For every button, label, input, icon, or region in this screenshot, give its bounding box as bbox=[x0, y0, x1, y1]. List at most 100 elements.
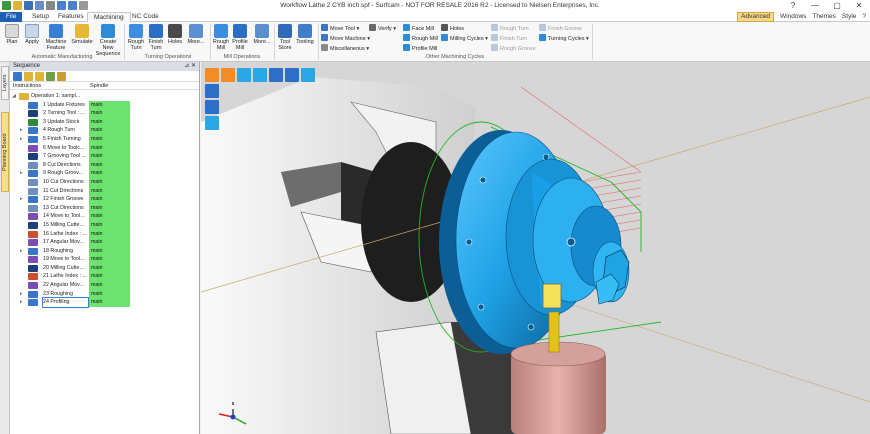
holes-button[interactable]: Holes bbox=[167, 24, 183, 45]
group-icon[interactable] bbox=[46, 72, 55, 81]
tree-row-operation-root[interactable]: ◢ Operation 1: sampl... bbox=[10, 92, 200, 101]
save-icon[interactable] bbox=[24, 1, 33, 10]
print-icon[interactable] bbox=[46, 1, 55, 10]
spindle-cell[interactable]: main bbox=[89, 229, 130, 239]
table-row[interactable]: ▸ 18 Roughing main bbox=[10, 246, 200, 256]
tab-features[interactable]: Features bbox=[52, 12, 90, 22]
advanced-button[interactable]: Advanced bbox=[737, 12, 775, 22]
tool-icon[interactable] bbox=[253, 68, 267, 82]
graphics-viewport[interactable] bbox=[201, 62, 870, 434]
table-row[interactable]: 17 Angular Mov... main bbox=[10, 238, 200, 247]
expand-icon[interactable]: ▸ bbox=[20, 135, 23, 144]
help-button[interactable]: ? bbox=[782, 0, 804, 12]
tab-nc-code[interactable]: NC Code bbox=[126, 12, 165, 22]
stock-icon[interactable] bbox=[221, 68, 235, 82]
table-row[interactable]: 10 Cut Directions main bbox=[10, 177, 200, 187]
spindle-cell[interactable]: main bbox=[89, 203, 130, 213]
table-row[interactable]: ▸ 24 Profiling main bbox=[10, 297, 200, 308]
spindle-cell[interactable]: main bbox=[89, 152, 130, 161]
table-row[interactable]: 19 Move to Tool... main bbox=[10, 255, 200, 264]
planning-board-tab[interactable]: Planning Board bbox=[1, 112, 9, 192]
table-row[interactable]: 22 Angular Mov... main bbox=[10, 281, 200, 290]
expand-icon[interactable]: ▸ bbox=[20, 290, 23, 299]
spindle-cell[interactable]: main bbox=[89, 126, 130, 135]
spindle-cell[interactable]: main bbox=[89, 246, 130, 256]
table-row[interactable]: 11 Cut Directions main bbox=[10, 186, 200, 196]
table-row[interactable]: 16 Lathe Index : ... main bbox=[10, 229, 200, 239]
iso-view-icon[interactable] bbox=[205, 84, 219, 98]
redo-icon[interactable] bbox=[68, 1, 77, 10]
spindle-column[interactable]: Spindle bbox=[90, 82, 108, 90]
tab-file[interactable]: File bbox=[0, 12, 22, 22]
customize-toolbar-icon[interactable] bbox=[79, 1, 88, 10]
expand-icon[interactable]: ▸ bbox=[20, 169, 23, 178]
pin-icon[interactable]: ⊿ bbox=[184, 63, 189, 69]
table-row[interactable]: ▸ 12 Finish Groove main bbox=[10, 195, 200, 204]
rough-groove-button[interactable]: Rough Groove bbox=[491, 44, 536, 53]
spindle-cell[interactable]: main bbox=[89, 169, 130, 178]
axes-icon[interactable] bbox=[301, 68, 315, 82]
spindle-cell[interactable]: main bbox=[89, 238, 130, 247]
mill-more-button[interactable]: More... bbox=[251, 24, 273, 45]
finish-turn-small-button[interactable]: Finish Turn bbox=[491, 34, 527, 43]
table-row[interactable]: 3 Update Stock main bbox=[10, 117, 200, 127]
fixture-icon[interactable] bbox=[237, 68, 251, 82]
rough-turn-small-button[interactable]: Rough Turn bbox=[491, 24, 529, 33]
expand-icon[interactable]: ▸ bbox=[20, 126, 23, 135]
collapse-icon[interactable]: ◢ bbox=[12, 92, 16, 101]
close-panel-icon[interactable]: ✕ bbox=[191, 63, 196, 69]
spindle-cell[interactable]: main bbox=[89, 272, 130, 282]
table-row[interactable]: 6 Move to Toolc... main bbox=[10, 143, 200, 153]
spindle-cell[interactable]: main bbox=[89, 117, 130, 127]
maximize-button[interactable]: ▢ bbox=[826, 0, 848, 12]
spindle-cell[interactable]: main bbox=[89, 281, 130, 290]
spindle-cell[interactable]: main bbox=[89, 100, 130, 110]
style-menu[interactable]: Style bbox=[842, 12, 856, 22]
spindle-cell[interactable]: main bbox=[89, 220, 130, 230]
create-new-sequence-button[interactable]: Create New Sequence bbox=[94, 24, 122, 57]
folder-icon[interactable] bbox=[24, 72, 33, 81]
table-row[interactable]: 8 Cut Directions main bbox=[10, 160, 200, 170]
simulate-button[interactable]: Simulate bbox=[71, 24, 93, 45]
instructions-column[interactable]: Instructions bbox=[13, 82, 41, 90]
rough-mill-small-button[interactable]: Rough Mill bbox=[403, 34, 438, 43]
refresh-icon[interactable] bbox=[13, 72, 22, 81]
top-view-icon[interactable] bbox=[205, 100, 219, 114]
table-row[interactable]: 15 Milling Cutte... main bbox=[10, 220, 200, 230]
expand-icon[interactable]: ▸ bbox=[20, 195, 23, 204]
table-row[interactable]: 2 Turning Tool : ... main bbox=[10, 109, 200, 118]
table-row[interactable]: 1 Update Fixtures main bbox=[10, 100, 200, 110]
turning-more-button[interactable]: More... bbox=[185, 24, 207, 45]
tab-setup[interactable]: Setup bbox=[26, 12, 55, 22]
save-all-icon[interactable] bbox=[35, 1, 44, 10]
windows-menu[interactable]: Windows bbox=[780, 12, 806, 22]
move-tool-button[interactable]: Move Tool ▾ bbox=[321, 24, 359, 33]
spindle-cell[interactable]: main bbox=[89, 160, 130, 170]
spindle-cell[interactable]: main bbox=[89, 298, 130, 307]
spindle-cell[interactable]: main bbox=[89, 255, 130, 264]
zoom-icon[interactable] bbox=[269, 68, 283, 82]
verify-button[interactable]: Verify ▾ bbox=[369, 24, 396, 33]
plan-button[interactable]: Plan bbox=[3, 24, 21, 45]
spindle-cell[interactable]: main bbox=[89, 109, 130, 118]
spindle-cell[interactable]: main bbox=[89, 143, 130, 153]
folder-add-icon[interactable] bbox=[35, 72, 44, 81]
view-box-icon[interactable] bbox=[205, 68, 219, 82]
spindle-cell[interactable]: main bbox=[89, 195, 130, 204]
rough-mill-button[interactable]: Rough Mill bbox=[212, 24, 230, 51]
table-row[interactable]: ▸ 23 Roughing main bbox=[10, 289, 200, 299]
move-machine-button[interactable]: Move Machine ▾ bbox=[321, 34, 370, 43]
expand-icon[interactable]: ▸ bbox=[20, 298, 23, 307]
minimize-button[interactable]: — bbox=[804, 0, 826, 12]
close-button[interactable]: ✕ bbox=[848, 0, 870, 12]
finish-turn-button[interactable]: Finish Turn bbox=[147, 24, 165, 51]
miscellaneous-button[interactable]: Miscellaneous ▾ bbox=[321, 44, 369, 53]
open-folder-icon[interactable] bbox=[13, 1, 22, 10]
table-row[interactable]: 21 Lathe Index : ... main bbox=[10, 272, 200, 282]
spindle-cell[interactable]: main bbox=[89, 134, 130, 144]
spindle-cell[interactable]: main bbox=[89, 186, 130, 196]
table-row[interactable]: ▸ 5 Finish Turning main bbox=[10, 134, 200, 144]
spindle-cell[interactable]: main bbox=[89, 212, 130, 221]
table-row[interactable]: ▸ 4 Rough Turn main bbox=[10, 126, 200, 135]
table-row[interactable]: ▸ 9 Rough Groov... main bbox=[10, 169, 200, 178]
